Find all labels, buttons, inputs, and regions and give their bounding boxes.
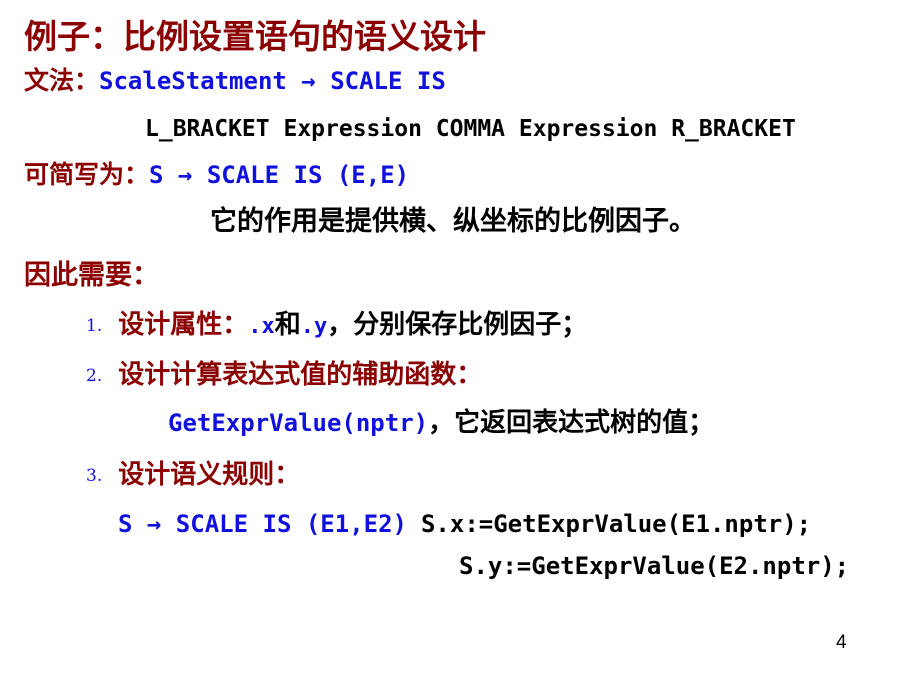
semantic-action-x: S.x:=GetExprValue(E1.nptr); bbox=[420, 510, 812, 538]
shorthand-code: S → SCALE IS (E,E) bbox=[149, 161, 410, 189]
list-item-title: 设计语义规则： bbox=[118, 460, 301, 490]
shorthand-label: 可简写为： bbox=[24, 160, 150, 189]
slide-canvas: 例子：比例设置语句的语义设计 文法：ScaleStatment → SCALE … bbox=[0, 0, 920, 690]
grammar-production-code: ScaleStatment → SCALE IS bbox=[99, 67, 446, 95]
purpose-sentence: 它的作用是提供横、纵坐标的比例因子。 bbox=[210, 206, 696, 237]
helper-function-code: GetExprValue(nptr) bbox=[168, 409, 429, 437]
shorthand-line: 可简写为：S → SCALE IS (E,E) bbox=[24, 162, 409, 187]
list-item-number: 1. bbox=[86, 316, 103, 336]
semantic-action-y: S.y:=GetExprValue(E2.nptr); bbox=[459, 552, 850, 580]
grammar-continuation-line: L_BRACKET Expression COMMA Expression R_… bbox=[145, 116, 796, 142]
semantic-rule-production: S → SCALE IS (E1,E2) bbox=[118, 510, 407, 538]
grammar-line: 文法：ScaleStatment → SCALE IS bbox=[24, 68, 446, 93]
list-item: 3. 设计语义规则： bbox=[86, 462, 300, 488]
attribute-x-code: .x bbox=[248, 314, 275, 339]
list-item-conjunction: 和 bbox=[274, 310, 301, 340]
list-item: 2. 设计计算表达式值的辅助函数： bbox=[86, 362, 482, 388]
page-number: 4 bbox=[836, 632, 847, 653]
semantic-rule-line-1: S → SCALE IS (E1,E2) S.x:=GetExprValue(E1… bbox=[118, 512, 811, 536]
helper-function-description: ，它返回表达式树的值； bbox=[428, 408, 715, 438]
list-item-tail: ，分别保存比例因子； bbox=[327, 310, 588, 340]
attribute-y-code: .y bbox=[300, 314, 328, 339]
list-item: 1. 设计属性：.x和.y，分别保存比例因子； bbox=[86, 312, 587, 338]
grammar-label: 文法： bbox=[24, 66, 100, 95]
list-item-number: 3. bbox=[86, 466, 103, 486]
helper-function-line: GetExprValue(nptr)，它返回表达式树的值； bbox=[168, 410, 714, 436]
list-item-number: 2. bbox=[86, 366, 103, 386]
list-item-title: 设计属性： bbox=[118, 310, 249, 340]
requirements-heading: 因此需要： bbox=[24, 260, 159, 291]
list-item-title: 设计计算表达式值的辅助函数： bbox=[118, 360, 483, 390]
page-title: 例子：比例设置语句的语义设计 bbox=[24, 17, 486, 56]
